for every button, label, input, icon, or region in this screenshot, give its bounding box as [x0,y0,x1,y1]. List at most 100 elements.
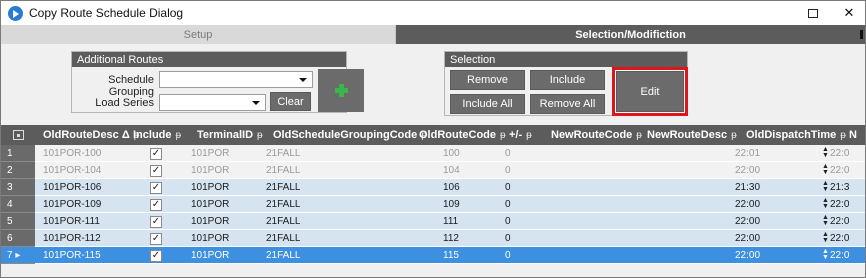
cell-old-schedule-grouping-code[interactable]: 21FALL [266,179,300,196]
include-checkbox[interactable]: ✓ [150,199,162,211]
column-header-include[interactable]: Include ᵽ [133,125,181,145]
cell-old-route-code[interactable]: 100 [443,145,460,162]
tab-selection-modification[interactable]: Selection/Modifiction [396,25,865,44]
table-row[interactable]: 6 101POR-112 101POR 21FALL 112 0 22:00 22:0 ✓ ▲ ▼ [1,230,865,247]
load-series-select[interactable] [159,94,266,111]
column-header-old-schedule-grouping-code[interactable]: OldScheduleGroupingCode ᵽ [273,125,427,145]
time-spinner-icon[interactable]: ▲ ▼ [822,214,829,228]
cell-next[interactable]: 22:0 [830,145,849,162]
row-number[interactable]: 6 [1,230,35,247]
time-spinner-icon[interactable]: ▲ ▼ [822,248,829,262]
remove-button[interactable]: Remove [450,70,525,90]
time-spinner-icon[interactable]: ▲ ▼ [822,231,829,245]
cell-old-route-code[interactable]: 106 [443,179,460,196]
column-header-plus-minus[interactable]: +/- ᵽ [509,125,532,145]
column-header-old-route-desc[interactable]: OldRouteDesc Δᵽ [43,125,139,145]
pin-icon[interactable]: ᵽ [840,130,846,141]
column-header-old-dispatch-time[interactable]: OldDispatchTime ᵽ [746,125,846,145]
cell-old-dispatch-time[interactable]: 22:00 [735,230,760,247]
pin-icon[interactable]: ᵽ [731,130,737,141]
row-number[interactable]: 7 ▸ [1,247,35,264]
schedule-grouping-select[interactable] [159,71,313,88]
row-number[interactable]: 4 [1,196,35,213]
cell-old-route-code[interactable]: 109 [443,196,460,213]
include-button[interactable]: Include [530,70,605,90]
cell-terminal-id[interactable]: 101POR [191,179,229,196]
cell-old-dispatch-time[interactable]: 22:00 [735,196,760,213]
pin-icon[interactable]: ᵽ [176,130,182,141]
include-checkbox[interactable]: ✓ [150,148,162,160]
column-header-new-route-desc[interactable]: NewRouteDesc ᵽ [647,125,737,145]
row-number[interactable]: 5 [1,213,35,230]
cell-terminal-id[interactable]: 101POR [191,162,229,179]
cell-old-route-code[interactable]: 115 [443,247,459,264]
cell-old-schedule-grouping-code[interactable]: 21FALL [266,196,300,213]
table-row[interactable]: 7 ▸ 101POR-115 101POR 21FALL 115 0 22:00 22:0 ✓ ▲… [1,247,865,264]
cell-old-dispatch-time[interactable]: 22:00 [735,213,760,230]
include-checkbox[interactable]: ✓ [150,165,162,177]
pin-icon[interactable]: ᵽ [526,130,532,141]
include-all-button[interactable]: Include All [450,94,525,114]
cell-plus-minus[interactable]: 0 [505,213,511,230]
table-row[interactable]: 5 101POR-111 101POR 21FALL 111 0 22:00 22:0 ✓ ▲ ▼ [1,213,865,230]
tab-setup[interactable]: Setup [1,25,396,44]
add-route-button[interactable] [318,69,364,112]
cell-plus-minus[interactable]: 0 [505,230,511,247]
cell-terminal-id[interactable]: 101POR [191,145,229,162]
cell-next[interactable]: 22:0 [830,247,849,264]
cell-old-route-code[interactable]: 104 [443,162,460,179]
cell-old-route-code[interactable]: 111 [443,213,458,230]
cell-old-route-desc[interactable]: 101POR-111 [43,213,100,230]
cell-terminal-id[interactable]: 101POR [191,213,229,230]
cell-terminal-id[interactable]: 101POR [191,247,229,264]
include-checkbox[interactable]: ✓ [150,233,162,245]
cell-old-schedule-grouping-code[interactable]: 21FALL [266,213,300,230]
cell-plus-minus[interactable]: 0 [505,196,511,213]
cell-next[interactable]: 22:0 [830,230,849,247]
row-number[interactable]: 1 [1,145,35,162]
cell-old-dispatch-time[interactable]: 21:30 [735,179,760,196]
cell-plus-minus[interactable]: 0 [505,179,511,196]
cell-old-dispatch-time[interactable]: 22:01 [735,145,760,162]
column-header-terminal-id[interactable]: TerminalID ᵽ [197,125,263,145]
table-row[interactable]: 1 101POR-100 101POR 21FALL 100 0 22:01 22:0 ✓ ▲ ▼ [1,145,865,162]
pin-icon[interactable]: ᵽ [500,130,506,141]
column-header-new-route-code[interactable]: NewRouteCode ᵽ [551,125,642,145]
cell-old-schedule-grouping-code[interactable]: 21FALL [266,145,300,162]
cell-old-route-desc[interactable]: 101POR-112 [43,230,101,247]
column-header-old-route-code[interactable]: OldRouteCode ᵽ [419,125,506,145]
cell-old-route-desc[interactable]: 101POR-115 [43,247,101,264]
column-chooser-icon[interactable] [13,130,24,140]
time-spinner-icon[interactable]: ▲ ▼ [822,163,829,177]
cell-plus-minus[interactable]: 0 [505,145,511,162]
cell-old-dispatch-time[interactable]: 22:00 [735,162,760,179]
maximize-button[interactable] [793,1,833,25]
time-spinner-icon[interactable]: ▲ ▼ [822,146,829,160]
cell-old-route-desc[interactable]: 101POR-106 [43,179,101,196]
table-row[interactable]: 3 101POR-106 101POR 21FALL 106 0 21:30 21:3 ✓ ▲ ▼ [1,179,865,196]
cell-next[interactable]: 22:0 [830,162,849,179]
edit-button[interactable]: Edit [616,71,684,112]
cell-next[interactable]: 21:3 [830,179,849,196]
row-number[interactable]: 3 [1,179,35,196]
cell-old-schedule-grouping-code[interactable]: 21FALL [266,247,300,264]
cell-old-dispatch-time[interactable]: 22:00 [735,247,760,264]
time-spinner-icon[interactable]: ▲ ▼ [822,197,829,211]
cell-old-route-desc[interactable]: 101POR-104 [43,162,101,179]
close-button[interactable]: ✕ [829,1,865,25]
pin-icon[interactable]: ᵽ [636,130,642,141]
cell-old-schedule-grouping-code[interactable]: 21FALL [266,162,300,179]
time-spinner-icon[interactable]: ▲ ▼ [822,180,829,194]
cell-old-route-code[interactable]: 112 [443,230,459,247]
row-number[interactable]: 2 [1,162,35,179]
remove-all-button[interactable]: Remove All [530,94,605,114]
cell-old-schedule-grouping-code[interactable]: 21FALL [266,230,300,247]
pin-icon[interactable]: ᵽ [257,130,263,141]
include-checkbox[interactable]: ✓ [150,250,162,262]
cell-next[interactable]: 22:0 [830,213,849,230]
cell-plus-minus[interactable]: 0 [505,247,511,264]
column-header-next[interactable]: N [849,125,857,145]
table-row[interactable]: 4 101POR-109 101POR 21FALL 109 0 22:00 22:0 ✓ ▲ ▼ [1,196,865,213]
include-checkbox[interactable]: ✓ [150,216,162,228]
include-checkbox[interactable]: ✓ [150,182,162,194]
